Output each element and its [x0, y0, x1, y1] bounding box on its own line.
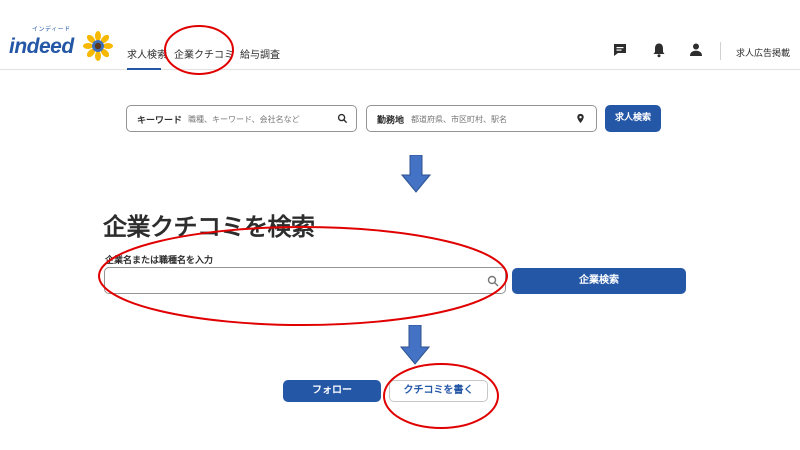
indeed-logo[interactable]: indeed: [9, 35, 74, 59]
employer-post-link[interactable]: 求人広告掲載: [736, 46, 790, 59]
location-label: 勤務地: [377, 116, 405, 126]
job-search-button[interactable]: 求人検索: [605, 105, 661, 132]
location-placeholder: 都道府県、市区町村、駅名: [411, 115, 507, 124]
nav-company-reviews[interactable]: 企業クチコミ: [174, 46, 234, 61]
sunflower-icon: [83, 31, 113, 61]
company-search-input[interactable]: [104, 267, 506, 294]
follow-button[interactable]: フォロー: [283, 380, 381, 402]
keyword-placeholder: 職種、キーワード、会社名など: [188, 115, 300, 124]
nav-job-search[interactable]: 求人検索: [127, 46, 167, 61]
search-icon: [487, 275, 499, 287]
keyword-field[interactable]: キーワード 職種、キーワード、会社名など: [126, 105, 357, 132]
company-search-button[interactable]: 企業検索: [512, 268, 686, 294]
nav-salary-search[interactable]: 給与調査: [240, 46, 280, 61]
header-divider: [720, 42, 721, 60]
bell-icon[interactable]: [650, 41, 668, 59]
page-title: 企業クチコミを検索: [103, 213, 315, 241]
location-field[interactable]: 勤務地 都道府県、市区町村、駅名: [366, 105, 597, 132]
company-input-label: 企業名または職種名を入力: [105, 256, 214, 266]
down-arrow-2: [400, 325, 430, 365]
user-icon[interactable]: [687, 41, 705, 59]
location-pin-icon: [577, 113, 584, 124]
down-arrow-1: [401, 155, 431, 193]
search-icon: [337, 113, 348, 124]
active-nav-indicator: [127, 68, 161, 70]
write-review-button[interactable]: クチコミを書く: [389, 380, 488, 402]
top-header: インディード indeed 求人検索 企業クチコミ 給与調査 求人広告掲載: [0, 0, 800, 70]
keyword-label: キーワード: [137, 116, 183, 126]
logo-ruby-text: インディード: [32, 26, 71, 33]
message-icon[interactable]: [611, 41, 629, 59]
